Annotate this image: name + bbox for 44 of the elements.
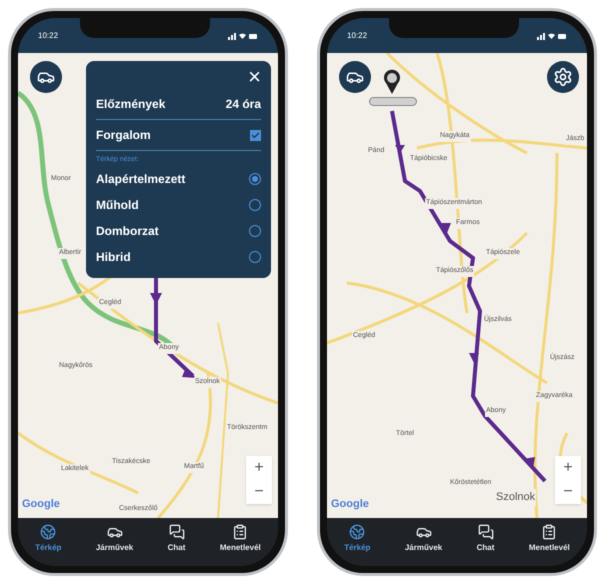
status-time: 10:22 (347, 30, 368, 42)
globe-icon (40, 524, 56, 540)
settings-icon (553, 67, 573, 87)
globe-icon (349, 524, 366, 540)
nav-tab[interactable]: Térkép (33, 524, 64, 554)
nav-tab[interactable]: Menetlevél (526, 524, 572, 554)
map-attribution: Google (22, 496, 60, 512)
zoom-out-button[interactable]: − (246, 480, 272, 504)
radio-button[interactable] (249, 172, 261, 184)
nav-tab[interactable]: Járművek (94, 524, 136, 554)
blurred-plate (369, 97, 417, 106)
signal-wifi-battery-icon (228, 32, 258, 40)
radio-button[interactable] (249, 224, 261, 236)
zoom-in-button[interactable]: + (246, 456, 272, 480)
clipboard-icon (541, 524, 558, 540)
vehicles-button[interactable] (30, 61, 62, 93)
zoom-in-button[interactable]: + (555, 456, 581, 480)
map-place-label: Szolnok (495, 489, 536, 506)
nav-tab[interactable]: Járművek (402, 524, 444, 554)
map-pin-icon (383, 69, 401, 95)
map-view-option[interactable]: Alapértelmezett (96, 170, 186, 188)
chat-icon (478, 524, 494, 540)
radio-button[interactable] (249, 198, 261, 210)
radio-button[interactable] (249, 250, 261, 262)
nav-tab[interactable]: Chat (474, 524, 496, 554)
status-time: 10:22 (38, 30, 58, 42)
signal-wifi-battery-icon (537, 32, 567, 40)
close-button[interactable]: × (248, 65, 261, 89)
settings-button[interactable] (547, 61, 579, 93)
vehicles-button[interactable] (339, 61, 371, 93)
zoom-out-button[interactable]: − (555, 480, 581, 504)
nav-tab[interactable]: Menetlevél (218, 524, 263, 554)
chat-icon (168, 524, 185, 540)
history-label: Előzmények (96, 96, 166, 113)
traffic-label: Forgalom (96, 127, 151, 144)
map-view-option[interactable]: Domborzat (96, 222, 159, 240)
clipboard-icon (232, 524, 248, 540)
map-view-option[interactable]: Műhold (96, 196, 139, 214)
map-view-option[interactable]: Hibrid (96, 248, 131, 266)
history-value[interactable]: 24 óra (226, 95, 261, 113)
map-attribution: Google (331, 496, 369, 512)
nav-tab[interactable]: Chat (166, 524, 188, 554)
nav-tab[interactable]: Térkép (342, 524, 372, 554)
traffic-checkbox[interactable] (250, 130, 261, 140)
